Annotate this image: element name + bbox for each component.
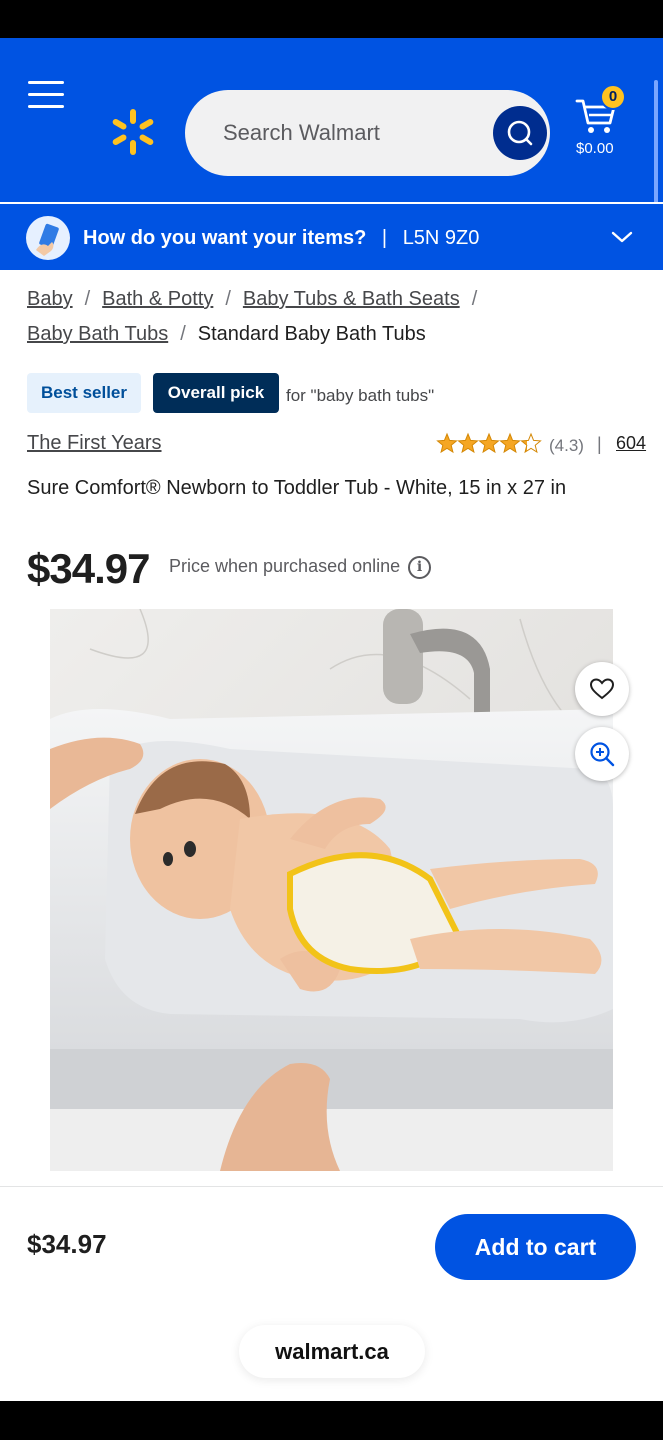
breadcrumb-separator: / <box>180 323 186 345</box>
chevron-down-icon <box>611 231 633 243</box>
product-price: $34.97 <box>27 545 150 592</box>
breadcrumb-separator: / <box>471 288 478 310</box>
overall-pick-badge: Overall pick <box>153 373 279 413</box>
heart-icon <box>589 678 615 700</box>
sticky-price: $34.97 <box>27 1229 107 1259</box>
postal-code: L5N 9Z0 <box>402 227 480 249</box>
search-icon <box>507 120 533 146</box>
delivery-label: How do you want your items? | L5N 9Z0 <box>83 227 479 250</box>
add-to-cart-button[interactable]: Add to cart <box>435 1214 636 1280</box>
breadcrumb-bath-potty[interactable]: Bath & Potty <box>102 288 213 310</box>
breadcrumb-separator: / <box>84 288 91 310</box>
rating-separator: | <box>597 434 602 454</box>
badge-context: for "baby bath tubs" <box>286 386 435 405</box>
rating-value: (4.3) <box>549 436 584 455</box>
review-count-link[interactable]: 604 <box>616 433 646 454</box>
cart-total: $0.00 <box>576 140 614 157</box>
delivery-phone-icon <box>26 216 70 260</box>
zoom-button[interactable] <box>575 727 629 781</box>
search-button[interactable] <box>493 106 547 160</box>
breadcrumb-baby[interactable]: Baby <box>27 288 73 310</box>
product-image[interactable] <box>50 609 613 1171</box>
status-bar <box>0 0 663 38</box>
search-bar <box>185 90 550 176</box>
walmart-spark-icon[interactable] <box>108 107 158 157</box>
system-nav-bar <box>0 1401 663 1440</box>
product-title: Sure Comfort® Newborn to Toddler Tub - W… <box>27 477 567 499</box>
delivery-separator: | <box>381 227 388 249</box>
breadcrumb-baby-tubs-bath-seats[interactable]: Baby Tubs & Bath Seats <box>243 288 460 310</box>
price-note: Price when purchased online <box>169 556 401 576</box>
delivery-question: How do you want your items? <box>83 227 367 249</box>
favorite-button[interactable] <box>575 662 629 716</box>
delivery-selector[interactable]: How do you want your items? | L5N 9Z0 <box>0 202 663 270</box>
breadcrumb: Baby / Bath & Potty / Baby Tubs & Bath Seats… <box>27 282 647 352</box>
hamburger-menu-icon[interactable] <box>28 81 64 109</box>
footer-divider <box>0 1186 663 1187</box>
breadcrumb-baby-bath-tubs[interactable]: Baby Bath Tubs <box>27 323 168 345</box>
cart-count-badge: 0 <box>600 84 626 110</box>
breadcrumb-current: Standard Baby Bath Tubs <box>197 323 426 345</box>
browser-url-pill[interactable]: walmart.ca <box>239 1325 425 1378</box>
zoom-in-icon <box>590 742 615 767</box>
scrollbar[interactable] <box>654 80 658 222</box>
bath-tub-photo <box>50 609 613 1171</box>
best-seller-badge: Best seller <box>27 373 141 413</box>
cart-button[interactable]: 0 $0.00 <box>570 84 632 164</box>
info-icon[interactable]: i <box>408 556 431 579</box>
star-rating-icon <box>437 433 541 453</box>
brand-link[interactable]: The First Years <box>27 432 162 455</box>
breadcrumb-separator: / <box>225 288 231 310</box>
search-input[interactable] <box>223 114 473 152</box>
